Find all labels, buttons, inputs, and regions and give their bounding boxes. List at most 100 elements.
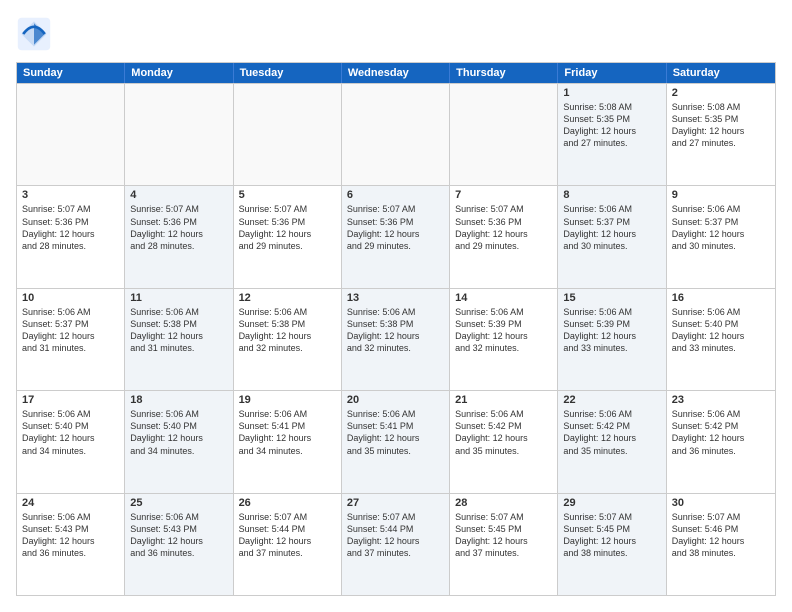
calendar-cell: 1 Sunrise: 5:08 AM Sunset: 5:35 PM Daylig… <box>558 84 666 185</box>
header <box>16 16 776 52</box>
day-number: 23 <box>672 394 770 406</box>
calendar-cell: 14 Sunrise: 5:06 AM Sunset: 5:39 PM Dayli… <box>450 289 558 390</box>
cell-info: Sunrise: 5:07 AM Sunset: 5:44 PM Dayligh… <box>239 511 336 560</box>
day-number: 9 <box>672 189 770 201</box>
cell-info: Sunrise: 5:08 AM Sunset: 5:35 PM Dayligh… <box>563 101 660 150</box>
calendar-cell: 4 Sunrise: 5:07 AM Sunset: 5:36 PM Daylig… <box>125 186 233 287</box>
calendar-cell: 30Sunrise: 5:07 AM Sunset: 5:46 PM Dayli… <box>667 494 775 595</box>
day-number: 1 <box>563 87 660 99</box>
cell-info: Sunrise: 5:07 AM Sunset: 5:45 PM Dayligh… <box>563 511 660 560</box>
cell-info: Sunrise: 5:06 AM Sunset: 5:37 PM Dayligh… <box>22 306 119 355</box>
weekday-header-saturday: Saturday <box>667 63 775 83</box>
day-number: 10 <box>22 292 119 304</box>
day-number: 17 <box>22 394 119 406</box>
calendar-cell: 25Sunrise: 5:06 AM Sunset: 5:43 PM Dayli… <box>125 494 233 595</box>
day-number: 6 <box>347 189 444 201</box>
cell-info: Sunrise: 5:06 AM Sunset: 5:40 PM Dayligh… <box>130 408 227 457</box>
day-number: 20 <box>347 394 444 406</box>
calendar-cell: 21 Sunrise: 5:06 AM Sunset: 5:42 PM Dayli… <box>450 391 558 492</box>
calendar-row-0: 1 Sunrise: 5:08 AM Sunset: 5:35 PM Daylig… <box>17 83 775 185</box>
calendar-cell: 17 Sunrise: 5:06 AM Sunset: 5:40 PM Dayli… <box>17 391 125 492</box>
cell-info: Sunrise: 5:06 AM Sunset: 5:40 PM Dayligh… <box>672 306 770 355</box>
calendar-cell <box>234 84 342 185</box>
calendar-cell <box>125 84 233 185</box>
day-number: 26 <box>239 497 336 509</box>
calendar-cell <box>450 84 558 185</box>
calendar-cell: 26 Sunrise: 5:07 AM Sunset: 5:44 PM Dayli… <box>234 494 342 595</box>
cell-info: Sunrise: 5:06 AM Sunset: 5:37 PM Dayligh… <box>672 203 770 252</box>
day-number: 24 <box>22 497 119 509</box>
calendar-row-4: 24 Sunrise: 5:06 AM Sunset: 5:43 PM Dayli… <box>17 493 775 595</box>
calendar-cell: 19 Sunrise: 5:06 AM Sunset: 5:41 PM Dayli… <box>234 391 342 492</box>
calendar-cell: 3Sunrise: 5:07 AM Sunset: 5:36 PM Daylig… <box>17 186 125 287</box>
cell-info: Sunrise: 5:06 AM Sunset: 5:41 PM Dayligh… <box>239 408 336 457</box>
cell-info: Sunrise: 5:08 AM Sunset: 5:35 PM Dayligh… <box>672 101 770 150</box>
day-number: 7 <box>455 189 552 201</box>
calendar-cell: 27 Sunrise: 5:07 AM Sunset: 5:44 PM Dayli… <box>342 494 450 595</box>
weekday-header-sunday: Sunday <box>17 63 125 83</box>
day-number: 27 <box>347 497 444 509</box>
calendar-cell: 12 Sunrise: 5:06 AM Sunset: 5:38 PM Dayli… <box>234 289 342 390</box>
cell-info: Sunrise: 5:06 AM Sunset: 5:39 PM Dayligh… <box>563 306 660 355</box>
calendar: SundayMondayTuesdayWednesdayThursdayFrid… <box>16 62 776 596</box>
page: SundayMondayTuesdayWednesdayThursdayFrid… <box>0 0 792 612</box>
logo <box>16 16 58 52</box>
calendar-cell: 15Sunrise: 5:06 AM Sunset: 5:39 PM Dayli… <box>558 289 666 390</box>
weekday-header-tuesday: Tuesday <box>234 63 342 83</box>
weekday-header-wednesday: Wednesday <box>342 63 450 83</box>
calendar-cell: 6 Sunrise: 5:07 AM Sunset: 5:36 PM Daylig… <box>342 186 450 287</box>
calendar-row-3: 17 Sunrise: 5:06 AM Sunset: 5:40 PM Dayli… <box>17 390 775 492</box>
weekday-header-friday: Friday <box>558 63 666 83</box>
calendar-cell: 7 Sunrise: 5:07 AM Sunset: 5:36 PM Daylig… <box>450 186 558 287</box>
logo-icon <box>16 16 52 52</box>
cell-info: Sunrise: 5:06 AM Sunset: 5:39 PM Dayligh… <box>455 306 552 355</box>
calendar-cell: 2 Sunrise: 5:08 AM Sunset: 5:35 PM Daylig… <box>667 84 775 185</box>
calendar-cell: 9 Sunrise: 5:06 AM Sunset: 5:37 PM Daylig… <box>667 186 775 287</box>
cell-info: Sunrise: 5:07 AM Sunset: 5:45 PM Dayligh… <box>455 511 552 560</box>
cell-info: Sunrise: 5:06 AM Sunset: 5:41 PM Dayligh… <box>347 408 444 457</box>
day-number: 4 <box>130 189 227 201</box>
day-number: 19 <box>239 394 336 406</box>
cell-info: Sunrise: 5:06 AM Sunset: 5:38 PM Dayligh… <box>347 306 444 355</box>
calendar-cell: 16 Sunrise: 5:06 AM Sunset: 5:40 PM Dayli… <box>667 289 775 390</box>
day-number: 8 <box>563 189 660 201</box>
day-number: 25 <box>130 497 227 509</box>
day-number: 2 <box>672 87 770 99</box>
cell-info: Sunrise: 5:06 AM Sunset: 5:43 PM Dayligh… <box>22 511 119 560</box>
calendar-body: 1 Sunrise: 5:08 AM Sunset: 5:35 PM Daylig… <box>17 83 775 595</box>
cell-info: Sunrise: 5:06 AM Sunset: 5:42 PM Dayligh… <box>455 408 552 457</box>
calendar-cell: 18 Sunrise: 5:06 AM Sunset: 5:40 PM Dayli… <box>125 391 233 492</box>
calendar-cell: 29 Sunrise: 5:07 AM Sunset: 5:45 PM Dayli… <box>558 494 666 595</box>
day-number: 18 <box>130 394 227 406</box>
day-number: 16 <box>672 292 770 304</box>
calendar-cell <box>17 84 125 185</box>
calendar-cell: 5Sunrise: 5:07 AM Sunset: 5:36 PM Daylig… <box>234 186 342 287</box>
day-number: 12 <box>239 292 336 304</box>
calendar-row-1: 3 Sunrise: 5:07 AM Sunset: 5:36 PM Daylig… <box>17 185 775 287</box>
calendar-cell <box>342 84 450 185</box>
calendar-cell: 20 Sunrise: 5:06 AM Sunset: 5:41 PM Dayli… <box>342 391 450 492</box>
cell-info: Sunrise: 5:07 AM Sunset: 5:44 PM Dayligh… <box>347 511 444 560</box>
day-number: 13 <box>347 292 444 304</box>
weekday-header-thursday: Thursday <box>450 63 558 83</box>
cell-info: Sunrise: 5:06 AM Sunset: 5:37 PM Dayligh… <box>563 203 660 252</box>
cell-info: Sunrise: 5:06 AM Sunset: 5:38 PM Dayligh… <box>130 306 227 355</box>
day-number: 28 <box>455 497 552 509</box>
day-number: 29 <box>563 497 660 509</box>
cell-info: Sunrise: 5:06 AM Sunset: 5:38 PM Dayligh… <box>239 306 336 355</box>
calendar-cell: 10 Sunrise: 5:06 AM Sunset: 5:37 PM Dayli… <box>17 289 125 390</box>
day-number: 22 <box>563 394 660 406</box>
day-number: 14 <box>455 292 552 304</box>
calendar-cell: 23Sunrise: 5:06 AM Sunset: 5:42 PM Dayli… <box>667 391 775 492</box>
cell-info: Sunrise: 5:07 AM Sunset: 5:36 PM Dayligh… <box>347 203 444 252</box>
cell-info: Sunrise: 5:07 AM Sunset: 5:36 PM Dayligh… <box>130 203 227 252</box>
cell-info: Sunrise: 5:07 AM Sunset: 5:46 PM Dayligh… <box>672 511 770 560</box>
calendar-cell: 24 Sunrise: 5:06 AM Sunset: 5:43 PM Dayli… <box>17 494 125 595</box>
weekday-header-monday: Monday <box>125 63 233 83</box>
cell-info: Sunrise: 5:07 AM Sunset: 5:36 PM Dayligh… <box>455 203 552 252</box>
day-number: 11 <box>130 292 227 304</box>
cell-info: Sunrise: 5:06 AM Sunset: 5:40 PM Dayligh… <box>22 408 119 457</box>
day-number: 3 <box>22 189 119 201</box>
day-number: 21 <box>455 394 552 406</box>
calendar-cell: 8 Sunrise: 5:06 AM Sunset: 5:37 PM Daylig… <box>558 186 666 287</box>
